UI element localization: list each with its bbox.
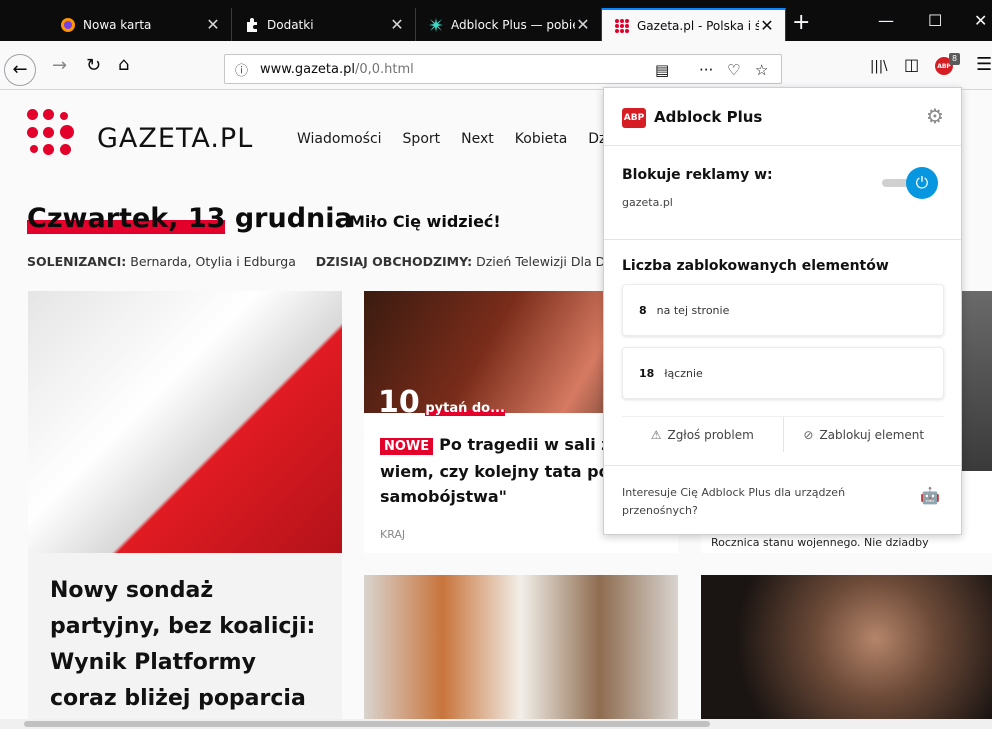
image-overlay: 10 pytań do... — [378, 385, 505, 420]
site-info-icon[interactable]: ⓘ — [235, 60, 248, 79]
tab-strip: Nowa karta ✕ Dodatki ✕ Adblock Plus — po… — [0, 0, 992, 41]
abp-count-label: Liczba zablokowanych elementów — [622, 258, 889, 274]
abp-popup: ABP Adblock Plus ⚙ Blokuje reklamy w: ga… — [603, 87, 962, 535]
page-count: 8 — [639, 303, 647, 317]
puzzle-icon — [247, 17, 257, 32]
abp-block-label: Blokuje reklamy w: — [622, 167, 773, 183]
abp-actions: ⚠ Zgłoś problem ⊘ Zablokuj element — [622, 416, 944, 452]
abp-header: ABP Adblock Plus ⚙ — [604, 88, 961, 146]
nav-item-wiadomosci[interactable]: Wiadomości — [297, 131, 382, 147]
firefox-icon — [61, 17, 75, 32]
nav-item-sport[interactable]: Sport — [403, 131, 441, 147]
reload-button[interactable]: ↻ — [86, 56, 101, 76]
overlay-text: pytań do... — [425, 401, 505, 416]
abp-mobile-text: Interesuje Cię Adblock Plus dla urządzeń… — [622, 486, 846, 517]
abp-stat-total: 18 łącznie — [622, 347, 944, 399]
horizontal-scrollbar[interactable] — [0, 719, 992, 729]
reader-view-icon[interactable]: ▤ — [655, 61, 669, 79]
abp-title: Adblock Plus — [654, 108, 763, 126]
tab-adblock-plus[interactable]: Adblock Plus — pobie ✕ — [416, 8, 602, 41]
minimize-icon[interactable]: — — [878, 12, 894, 30]
man-portrait-image — [701, 575, 992, 729]
article-card-portrait[interactable] — [701, 575, 992, 729]
warning-icon: ⚠ — [650, 427, 662, 442]
ballot-box-image — [28, 291, 342, 553]
date-prefix: Czwartek, 13 — [27, 203, 226, 234]
tab-close-icon[interactable]: ✕ — [205, 16, 221, 33]
abp-tab-icon — [429, 17, 443, 32]
article-title[interactable]: Rocznica stanu wojennego. Nie dziadby — [711, 536, 929, 549]
new-badge: NOWE — [380, 438, 434, 455]
tab-close-icon[interactable]: ✕ — [389, 16, 405, 33]
article-category[interactable]: KRAJ — [380, 528, 405, 541]
report-problem-button[interactable]: ⚠ Zgłoś problem — [622, 417, 784, 452]
article-card-boys[interactable] — [364, 575, 678, 729]
tab-label: Adblock Plus — pobie — [451, 17, 575, 32]
pocket-icon[interactable]: ♡ — [727, 61, 740, 79]
bookmark-star-icon[interactable]: ☆ — [755, 61, 768, 79]
site-nav: Wiadomości Sport Next Kobieta Dzie — [297, 131, 640, 147]
menu-icon[interactable]: ☰ — [976, 55, 992, 75]
tab-addons[interactable]: Dodatki ✕ — [232, 8, 416, 41]
page-count-label: na tej stronie — [656, 303, 730, 317]
names-value: Bernarda, Otylia i Edburga — [130, 254, 296, 269]
forward-button[interactable]: → — [52, 56, 67, 76]
divider — [604, 465, 961, 466]
nav-item-next[interactable]: Next — [461, 131, 494, 147]
tab-close-icon[interactable]: ✕ — [759, 17, 775, 34]
tab-label: Nowa karta — [83, 17, 152, 32]
total-count-label: łącznie — [664, 366, 703, 380]
report-label: Zgłoś problem — [667, 427, 754, 442]
block-element-label: Zablokuj element — [819, 427, 925, 442]
new-tab-button[interactable]: + — [792, 12, 810, 34]
names-label: SOLENIZANCI: — [27, 254, 127, 269]
scrollbar-thumb[interactable] — [24, 721, 710, 727]
block-icon: ⊘ — [803, 427, 814, 442]
window-close-icon[interactable]: ✕ — [974, 12, 987, 30]
nav-item-kobieta[interactable]: Kobieta — [515, 131, 568, 147]
tab-label: Gazeta.pl - Polska i św — [637, 18, 759, 33]
boys-photo-image — [364, 575, 678, 729]
url-host: www.gazeta.pl — [260, 61, 355, 77]
back-button[interactable]: ← — [4, 54, 36, 86]
total-count: 18 — [639, 366, 655, 380]
abp-badge: 8 — [949, 53, 961, 65]
tab-new-tab[interactable]: Nowa karta ✕ — [48, 8, 232, 41]
abp-logo-icon: ABP — [622, 108, 646, 128]
android-icon[interactable]: 🤖 — [920, 486, 940, 505]
sidebar-icon[interactable]: ◫ — [904, 55, 919, 75]
article-title[interactable]: Nowy sondaż partyjny, bez koalicji: Wyni… — [50, 573, 330, 717]
maximize-icon[interactable]: ☐ — [928, 12, 942, 30]
url-path: /0,0.html — [354, 61, 414, 77]
abp-domain: gazeta.pl — [622, 196, 673, 209]
overlay-number: 10 — [378, 385, 420, 420]
tab-close-icon[interactable]: ✕ — [575, 16, 591, 33]
tab-gazeta[interactable]: Gazeta.pl - Polska i św ✕ — [602, 8, 786, 41]
navigation-toolbar: ← → ↻ ⌂ ⓘ www.gazeta.pl/0,0.html ▤ ··· ♡… — [0, 41, 992, 90]
site-name[interactable]: GAZETA.PL — [97, 123, 253, 154]
date-suffix: grudnia — [234, 203, 353, 234]
home-button[interactable]: ⌂ — [118, 55, 129, 75]
names-line: SOLENIZANCI: Bernarda, Otylia i Edburga … — [27, 254, 615, 269]
url-bar[interactable]: ⓘ www.gazeta.pl/0,0.html ▤ ··· ♡ ☆ — [224, 54, 782, 84]
greeting: Miło Cię widzieć! — [349, 212, 501, 231]
power-toggle-icon[interactable]: ⏻ — [906, 167, 938, 199]
date-heading: Czwartek, 13 grudnia — [27, 203, 353, 234]
today-label: DZISIAJ OBCHODZIMY: — [315, 254, 473, 269]
gazeta-tab-icon — [615, 18, 629, 33]
tab-label: Dodatki — [267, 17, 314, 32]
today-value: Dzień Telewizji Dla Dzi — [476, 254, 616, 269]
article-card-poll[interactable]: Nowy sondaż partyjny, bez koalicji: Wyni… — [28, 291, 342, 729]
abp-stat-page: 8 na tej stronie — [622, 284, 944, 336]
gear-icon[interactable]: ⚙ — [926, 104, 944, 128]
page-actions-icon[interactable]: ··· — [699, 61, 713, 79]
library-icon[interactable]: |||\ — [870, 57, 888, 77]
block-element-button[interactable]: ⊘ Zablokuj element — [784, 417, 945, 452]
divider — [604, 239, 961, 240]
